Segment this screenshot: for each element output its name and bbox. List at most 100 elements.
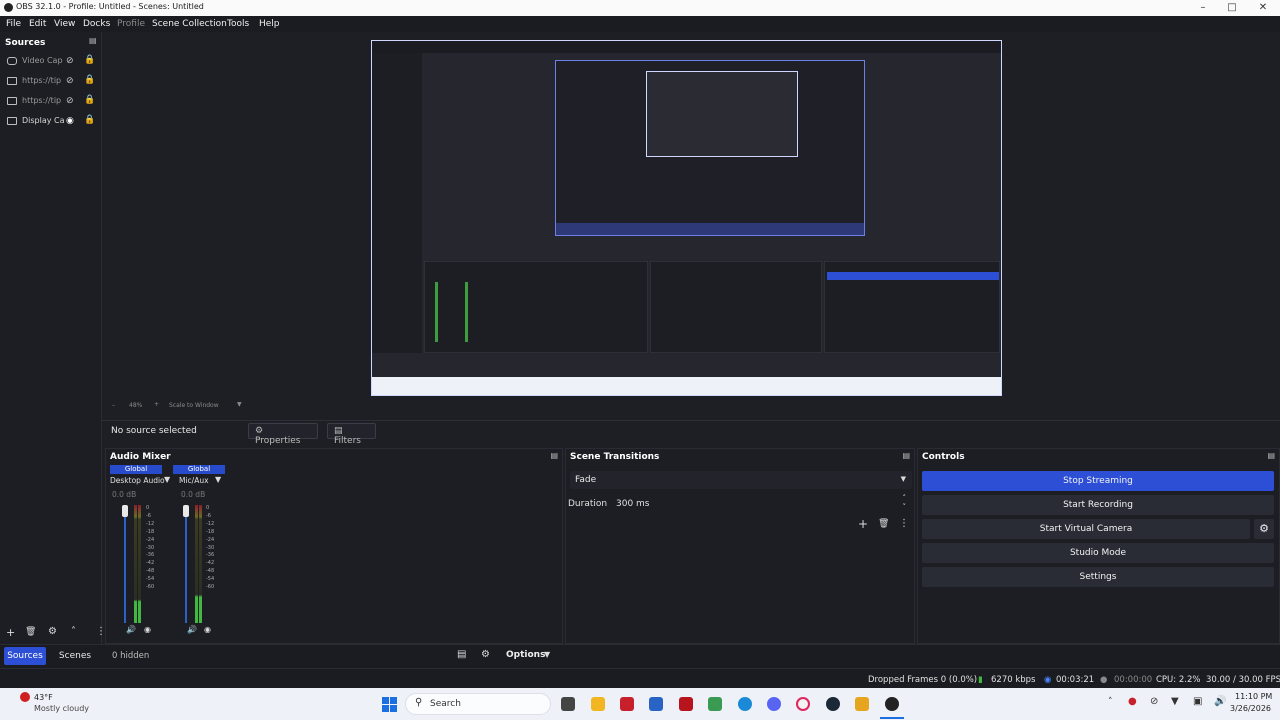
- tab-scenes[interactable]: Scenes: [52, 647, 98, 665]
- volume-icon[interactable]: 🔊: [1214, 696, 1226, 707]
- speaker-icon[interactable]: 🔊: [126, 625, 136, 634]
- popout-icon[interactable]: ▤: [1267, 451, 1275, 460]
- steam-icon[interactable]: [826, 697, 840, 711]
- chevron-up-icon[interactable]: ˄: [903, 494, 907, 502]
- task-view-icon[interactable]: [561, 697, 575, 711]
- zoom-out-icon[interactable]: –: [112, 402, 115, 409]
- eye-hidden-icon[interactable]: ⊘: [66, 76, 74, 86]
- transition-value: Fade: [575, 475, 597, 485]
- minimize-icon[interactable]: –: [1196, 1, 1210, 15]
- eye-icon[interactable]: ◉: [66, 116, 74, 126]
- volume-fader[interactable]: [185, 505, 187, 623]
- studio-mode-button[interactable]: Studio Mode: [922, 543, 1274, 563]
- source-item[interactable]: https://tip ⊘ 🔒: [6, 95, 98, 109]
- app-icon[interactable]: [796, 697, 810, 711]
- fader-knob[interactable]: [183, 505, 189, 517]
- source-properties-icon[interactable]: ⚙: [48, 626, 57, 637]
- clock-date[interactable]: 3/26/2026: [1230, 704, 1271, 713]
- search-placeholder: Search: [430, 699, 461, 709]
- lock-icon[interactable]: 🔒: [84, 55, 95, 65]
- chevron-down-icon[interactable]: ˅: [903, 503, 907, 511]
- volume-fader[interactable]: [124, 505, 126, 623]
- popout-icon[interactable]: ▤: [550, 451, 558, 460]
- menu-file[interactable]: File: [6, 19, 21, 29]
- discord-icon[interactable]: [767, 697, 781, 711]
- weather-temp[interactable]: 43°F: [34, 693, 53, 702]
- maximize-icon[interactable]: □: [1225, 1, 1239, 15]
- file-explorer-icon[interactable]: [591, 697, 605, 711]
- taskbar-search[interactable]: ⚲ Search: [405, 693, 551, 715]
- more-icon[interactable]: ⋮: [899, 518, 909, 529]
- chevron-down-icon[interactable]: ▼: [237, 401, 242, 408]
- settings-button[interactable]: Settings: [922, 567, 1274, 587]
- monitor-off-icon[interactable]: ◉: [144, 625, 151, 634]
- app-icon[interactable]: [649, 697, 663, 711]
- app-icon[interactable]: [708, 697, 722, 711]
- app-icon[interactable]: [620, 697, 634, 711]
- level-meter: [134, 505, 137, 623]
- windows-start-icon[interactable]: [382, 697, 397, 712]
- duration-spinbox[interactable]: 300 ms ˄ ˅: [612, 494, 912, 513]
- start-recording-button[interactable]: Start Recording: [922, 495, 1274, 515]
- tray-icon[interactable]: ●: [1128, 696, 1137, 707]
- clock-time[interactable]: 11:10 PM: [1235, 692, 1272, 701]
- tray-icon[interactable]: ▼: [1171, 696, 1179, 707]
- add-source-icon[interactable]: +: [6, 626, 15, 639]
- menu-edit[interactable]: Edit: [29, 19, 46, 29]
- app-icon[interactable]: [855, 697, 869, 711]
- nested-menubar: [372, 41, 1001, 53]
- obs-taskbar-icon[interactable]: [885, 697, 899, 711]
- weather-desc[interactable]: Mostly cloudy: [34, 704, 89, 713]
- menu-help[interactable]: Help: [259, 19, 280, 29]
- menu-profile[interactable]: Profile: [117, 19, 145, 29]
- app-icon[interactable]: [679, 697, 693, 711]
- network-icon[interactable]: ▣: [1193, 696, 1202, 707]
- eye-hidden-icon[interactable]: ⊘: [66, 56, 74, 66]
- eye-hidden-icon[interactable]: ⊘: [66, 96, 74, 106]
- chevron-down-icon[interactable]: ▼: [544, 650, 550, 659]
- transition-select[interactable]: Fade ▼: [570, 471, 912, 489]
- add-transition-icon[interactable]: +: [858, 517, 868, 531]
- lock-icon[interactable]: 🔒: [84, 95, 95, 105]
- channel-name[interactable]: Desktop Audio: [110, 476, 165, 485]
- source-item[interactable]: Display Ca ◉ 🔒: [6, 115, 98, 129]
- remove-source-icon[interactable]: 🗑: [25, 627, 36, 637]
- close-icon[interactable]: ✕: [1256, 1, 1270, 15]
- tab-sources[interactable]: Sources: [4, 647, 46, 665]
- monitor-off-icon[interactable]: ◉: [204, 625, 211, 634]
- chevron-up-icon[interactable]: ˄: [1108, 697, 1113, 707]
- properties-button[interactable]: ⚙ Properties: [248, 423, 318, 446]
- advanced-audio-icon[interactable]: ⚙: [481, 649, 490, 660]
- channel-name[interactable]: Mic/Aux: [179, 476, 209, 485]
- fps: 30.00 / 30.00 FPS: [1206, 675, 1280, 685]
- lock-icon[interactable]: 🔒: [84, 115, 95, 125]
- options-button[interactable]: Options: [506, 650, 545, 660]
- chevron-down-icon[interactable]: ▼: [215, 475, 221, 484]
- remove-transition-icon[interactable]: 🗑: [878, 519, 889, 529]
- scale-mode[interactable]: Scale to Window: [169, 402, 219, 409]
- chevron-down-icon[interactable]: ▼: [164, 475, 170, 484]
- tray-icon[interactable]: ⊘: [1150, 696, 1158, 707]
- zoom-in-icon[interactable]: +: [154, 401, 159, 408]
- menu-tools[interactable]: Tools: [227, 19, 249, 29]
- menu-scene-collection[interactable]: Scene Collection: [152, 19, 227, 29]
- virtual-camera-settings-gear-icon[interactable]: ⚙: [1254, 519, 1274, 539]
- move-up-icon[interactable]: ˄: [71, 626, 76, 637]
- layout-icon[interactable]: ▤: [457, 649, 466, 660]
- lock-icon[interactable]: 🔒: [84, 75, 95, 85]
- menu-docks[interactable]: Docks: [83, 19, 110, 29]
- speaker-icon[interactable]: 🔊: [187, 625, 197, 634]
- filters-button[interactable]: ▤ Filters: [327, 423, 376, 446]
- program-preview[interactable]: [371, 40, 1002, 396]
- popout-icon[interactable]: ▤: [89, 36, 97, 45]
- edge-icon[interactable]: [738, 697, 752, 711]
- source-item[interactable]: Video Cap ⊘ 🔒: [6, 55, 98, 69]
- fader-knob[interactable]: [122, 505, 128, 517]
- sources-dock: Sources ▤ Video Cap ⊘ 🔒 https://tip ⊘ 🔒 …: [0, 32, 106, 644]
- source-item[interactable]: https://tip ⊘ 🔒: [6, 75, 98, 89]
- start-virtual-camera-button[interactable]: Start Virtual Camera: [922, 519, 1250, 539]
- popout-icon[interactable]: ▤: [902, 451, 910, 460]
- stop-streaming-button[interactable]: Stop Streaming: [922, 471, 1274, 491]
- source-label: https://tip: [22, 96, 62, 105]
- menu-view[interactable]: View: [54, 19, 75, 29]
